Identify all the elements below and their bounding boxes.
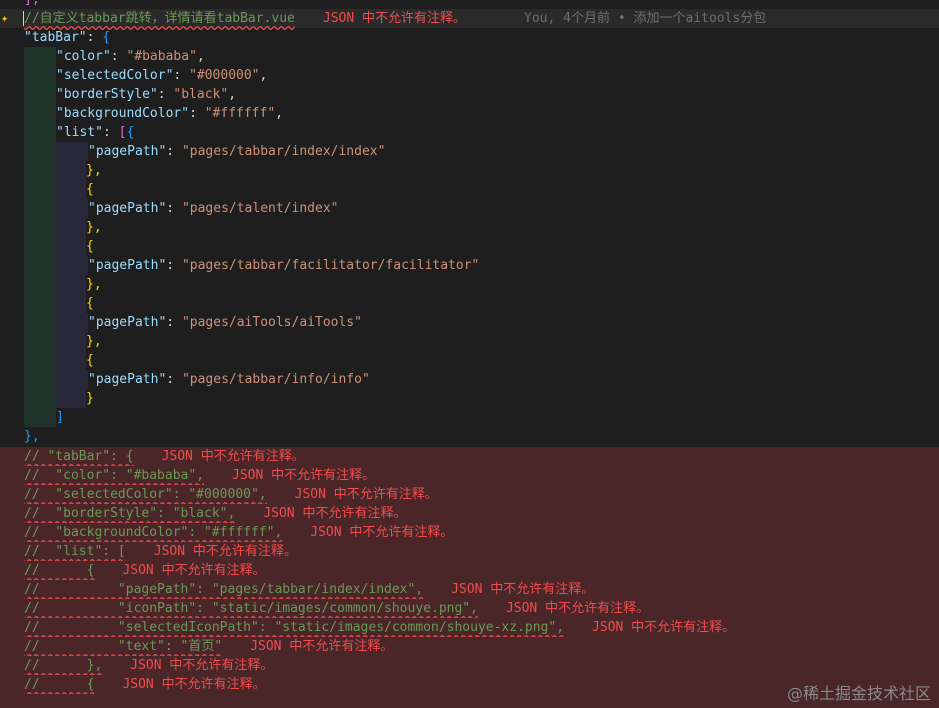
code-line[interactable]: },	[0, 275, 939, 294]
json-key: "list"	[56, 125, 103, 140]
comment-token: // "backgroundColor": "#ffffff",	[24, 525, 283, 540]
code-line[interactable]: "pagePath": "pages/talent/index"	[0, 199, 939, 218]
code-line[interactable]: "list": [{	[0, 123, 939, 142]
lightbulb-sparkle-icon[interactable]: ✦	[1, 10, 13, 26]
code-line[interactable]: {	[0, 294, 939, 313]
code-line-error[interactable]: // "pagePath": "pages/tabbar/index/index…	[0, 580, 939, 599]
code-line[interactable]: }	[0, 389, 939, 408]
code-line[interactable]: {	[0, 351, 939, 370]
comment-token: // "list": [	[24, 544, 126, 559]
inline-error-message: JSON 中不允许有注释。	[322, 11, 467, 26]
code-line[interactable]: "pagePath": "pages/tabbar/facilitator/fa…	[0, 256, 939, 275]
code-line[interactable]: "pagePath": "pages/aiTools/aiTools"	[0, 313, 939, 332]
json-key: "color"	[56, 49, 111, 64]
comment-token: // {	[24, 563, 95, 578]
comment-token: // "selectedIconPath": "static/images/co…	[24, 620, 565, 635]
watermark: @稀土掘金技术社区	[786, 684, 931, 703]
code-line-error[interactable]: // "iconPath": "static/images/common/sho…	[0, 599, 939, 618]
json-key: "tabBar"	[24, 30, 87, 45]
inline-error-message: JSON 中不允许有注释。	[294, 487, 438, 502]
json-string: "#000000"	[189, 68, 260, 83]
inline-error-message: JSON 中不允许有注释。	[451, 582, 595, 597]
code-line-error[interactable]: // "borderStyle": "black", JSON 中不允许有注释。	[0, 504, 939, 523]
inline-error-message: JSON 中不允许有注释。	[130, 658, 274, 673]
json-string: "#bababa"	[126, 49, 197, 64]
comment-token: // "selectedColor": "#000000",	[24, 487, 267, 502]
code-line[interactable]: "pagePath": "pages/tabbar/index/index"	[0, 142, 939, 161]
code-line-error[interactable]: // "selectedColor": "#000000", JSON 中不允许有…	[0, 485, 939, 504]
json-string: "black"	[173, 87, 229, 102]
code-line[interactable]: ],	[0, 0, 939, 9]
code-token: ],	[24, 0, 40, 7]
json-key: "pagePath"	[88, 258, 167, 273]
code-line-error[interactable]: // "selectedIconPath": "static/images/co…	[0, 618, 939, 637]
code-line[interactable]: "color": "#bababa",	[0, 47, 939, 66]
code-line-error[interactable]: // "backgroundColor": "#ffffff", JSON 中不允…	[0, 523, 939, 542]
comment-token: // "color": "#bababa",	[24, 468, 205, 483]
code-line[interactable]: {	[0, 180, 939, 199]
code-line-error[interactable]: // }, JSON 中不允许有注释。	[0, 656, 939, 675]
json-key: "pagePath"	[88, 144, 167, 159]
inline-error-message: JSON 中不允许有注释。	[250, 639, 394, 654]
code-line[interactable]: "borderStyle": "black",	[0, 85, 939, 104]
code-editor[interactable]: ], ✦ //自定义tabbar跳转，详情请看tabBar.vue JSON 中不…	[0, 0, 939, 708]
json-key: "pagePath"	[88, 201, 167, 216]
json-key: "pagePath"	[88, 372, 167, 387]
code-line[interactable]: "pagePath": "pages/tabbar/info/info"	[0, 370, 939, 389]
code-line-error[interactable]: // "color": "#bababa", JSON 中不允许有注释。	[0, 466, 939, 485]
json-string: "pages/tabbar/info/info"	[181, 372, 370, 387]
code-line[interactable]: },	[0, 218, 939, 237]
comment-token: // "text": "首页"	[24, 639, 223, 654]
json-key: "borderStyle"	[56, 87, 158, 102]
comment-token: // "borderStyle": "black",	[24, 506, 236, 521]
code-line[interactable]: {	[0, 237, 939, 256]
code-line[interactable]: },	[0, 332, 939, 351]
code-line-error[interactable]: // "text": "首页" JSON 中不允许有注释。	[0, 637, 939, 656]
comment-token: // "pagePath": "pages/tabbar/index/index…	[24, 582, 424, 597]
inline-error-message: JSON 中不允许有注释。	[122, 563, 266, 578]
inline-error-message: JSON 中不允许有注释。	[232, 468, 376, 483]
json-string: "pages/talent/index"	[181, 201, 339, 216]
inline-error-message: JSON 中不允许有注释。	[310, 525, 454, 540]
json-string: "pages/tabbar/index/index"	[181, 144, 386, 159]
json-key: "selectedColor"	[56, 68, 174, 83]
json-key: "backgroundColor"	[56, 106, 190, 121]
inline-error-message: JSON 中不允许有注释。	[161, 449, 305, 464]
comment-token: // "tabBar": {	[24, 449, 134, 464]
inline-error-message: JSON 中不允许有注释。	[505, 601, 650, 616]
json-key: "pagePath"	[88, 315, 167, 330]
inline-error-message: JSON 中不允许有注释。	[263, 506, 407, 521]
comment-token: //自定义tabbar跳转，详情请看tabBar.vue	[24, 11, 295, 26]
comment-token: // {	[24, 677, 95, 692]
json-string: "pages/aiTools/aiTools"	[181, 315, 362, 330]
code-line[interactable]: "tabBar": {	[0, 28, 939, 47]
inline-error-message: JSON 中不允许有注释。	[592, 620, 736, 635]
code-line-current[interactable]: ✦ //自定义tabbar跳转，详情请看tabBar.vue JSON 中不允许有…	[0, 9, 939, 28]
comment-token: // "iconPath": "static/images/common/sho…	[24, 601, 478, 616]
json-string: "#ffffff"	[204, 106, 276, 121]
git-blame-annotation: You, 4个月前 • 添加一个aitools分包	[524, 11, 767, 26]
code-line[interactable]: "backgroundColor": "#ffffff",	[0, 104, 939, 123]
inline-error-message: JSON 中不允许有注释。	[122, 677, 266, 692]
inline-error-message: JSON 中不允许有注释。	[153, 544, 297, 559]
code-line-error[interactable]: // "tabBar": { JSON 中不允许有注释。	[0, 447, 939, 466]
code-line[interactable]: },	[0, 161, 939, 180]
json-string: "pages/tabbar/facilitator/facilitator"	[181, 258, 480, 273]
code-line-error[interactable]: // { JSON 中不允许有注释。	[0, 561, 939, 580]
code-line[interactable]: },	[0, 427, 939, 446]
comment-token: // },	[24, 658, 103, 673]
code-line-error[interactable]: // "list": [ JSON 中不允许有注释。	[0, 542, 939, 561]
code-line[interactable]: ]	[0, 408, 939, 427]
code-line[interactable]: "selectedColor": "#000000",	[0, 66, 939, 85]
